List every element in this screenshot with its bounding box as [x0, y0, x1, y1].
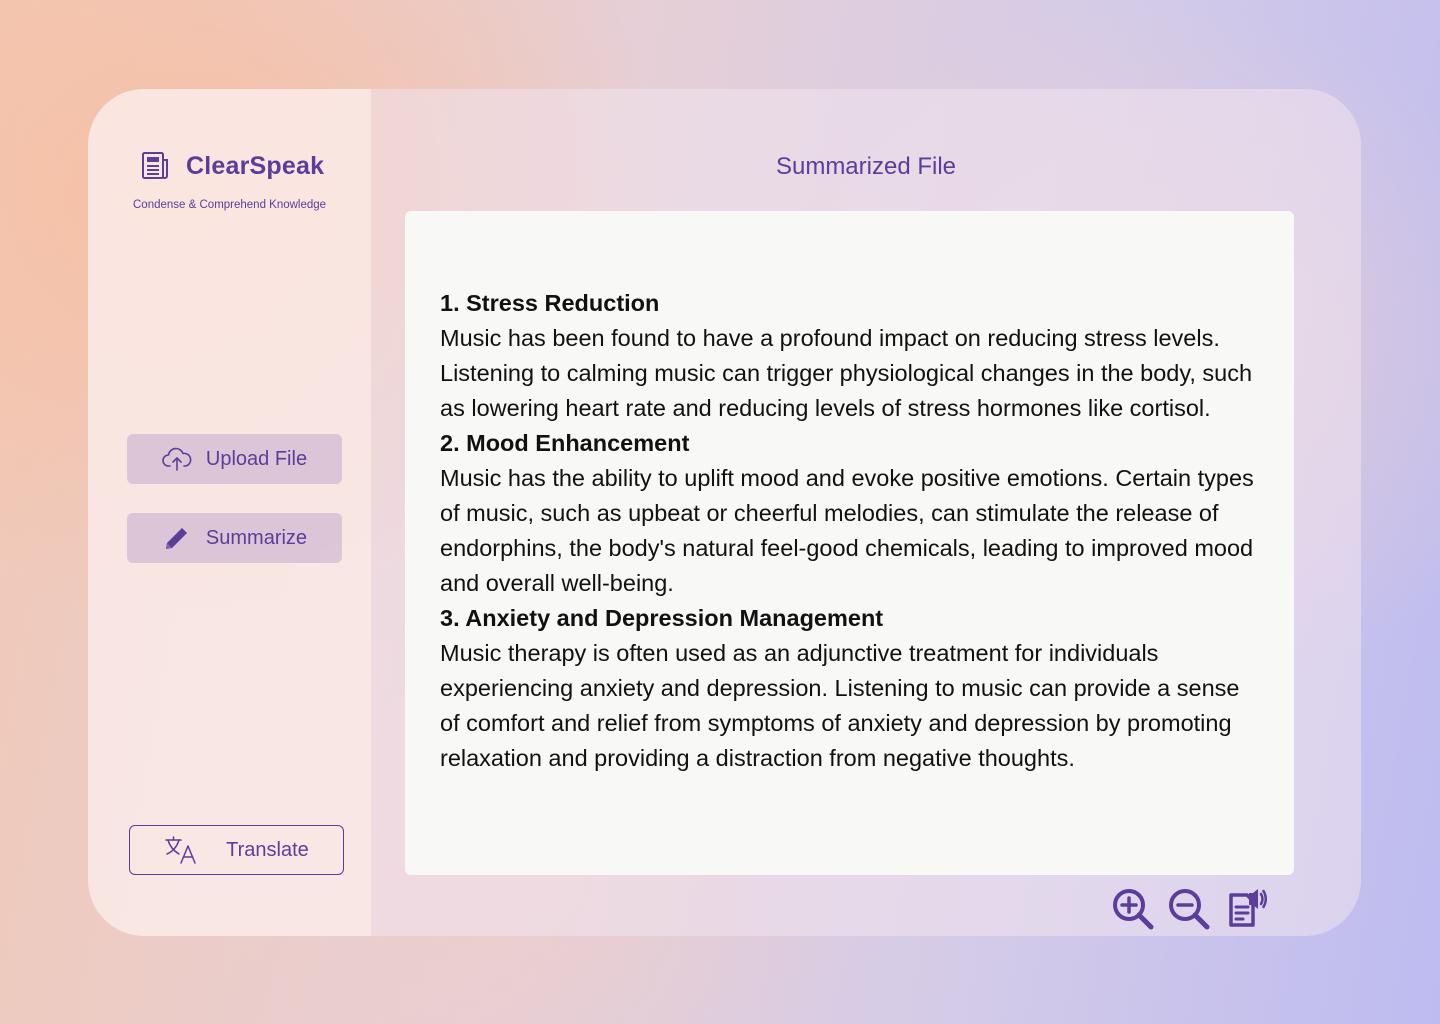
section-heading: 3. Anxiety and Depression Management [440, 605, 884, 631]
document-toolbar [1109, 885, 1269, 933]
zoom-in-icon [1113, 889, 1154, 930]
summarize-label: Summarize [205, 526, 308, 549]
sidebar: ClearSpeak Condense & Comprehend Knowled… [88, 89, 371, 936]
section-heading: 1. Stress Reduction [440, 290, 660, 316]
summary-document: 1. Stress Reduction Music has been found… [405, 211, 1294, 875]
zoom-out-button[interactable] [1165, 885, 1213, 933]
translate-label: Translate [226, 838, 309, 861]
section-body: Music has been found to have a profound … [440, 325, 1253, 421]
upload-file-label: Upload File [205, 447, 308, 470]
section-body: Music has the ability to uplift mood and… [440, 465, 1254, 596]
summarize-button[interactable]: Summarize [127, 513, 342, 563]
brand-tagline: Condense & Comprehend Knowledge [133, 199, 327, 211]
zoom-out-icon [1169, 889, 1210, 930]
newspaper-icon [142, 152, 168, 179]
translate-button[interactable]: Translate [129, 825, 344, 875]
section-heading: 2. Mood Enhancement [440, 430, 690, 456]
main-panel: Summarized File 1. Stress Reduction Musi… [371, 89, 1361, 936]
cloud-upload-icon [162, 444, 192, 474]
upload-file-button[interactable]: Upload File [127, 434, 342, 484]
brand-name: ClearSpeak [186, 151, 325, 180]
translate-icon [164, 835, 198, 865]
zoom-in-button[interactable] [1109, 885, 1157, 933]
pencil-icon [162, 523, 192, 553]
brand: ClearSpeak [140, 151, 324, 181]
section-body: Music therapy is often used as an adjunc… [440, 640, 1240, 771]
read-aloud-button[interactable] [1221, 885, 1269, 933]
read-aloud-icon [1229, 889, 1267, 927]
page-title: Summarized File [775, 153, 957, 180]
app-window: ClearSpeak Condense & Comprehend Knowled… [88, 89, 1361, 936]
